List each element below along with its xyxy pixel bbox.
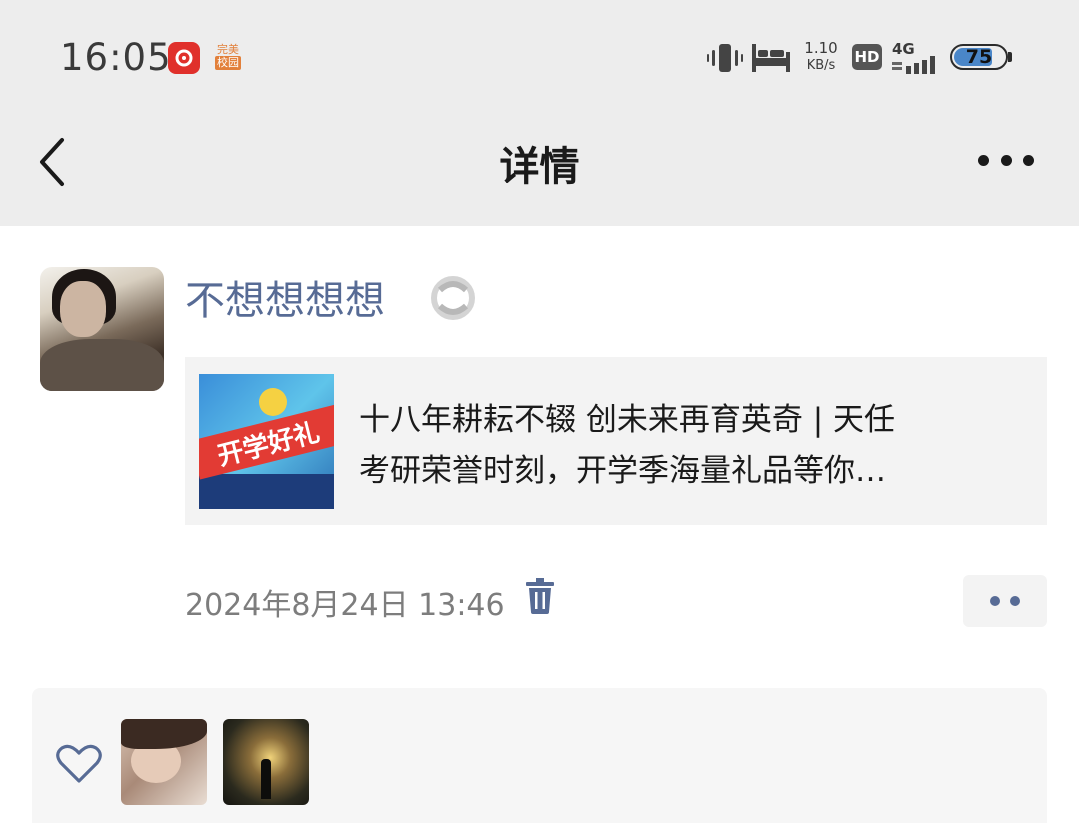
campus-app-icon: 完美 校园 <box>212 40 244 74</box>
liker-avatar[interactable] <box>121 719 207 805</box>
campus-app-line1: 完美 <box>217 43 239 56</box>
page-title: 详情 <box>499 144 580 190</box>
netease-music-icon <box>168 42 200 74</box>
hd-voice-icon: HD <box>852 44 882 70</box>
network-speed: 1.10 KB/s <box>800 40 842 74</box>
avatar-body <box>40 339 164 391</box>
thumbnail-base <box>199 474 334 509</box>
avatar[interactable] <box>40 267 164 391</box>
link-title-line1: 十八年耕耘不辍 创未来再育英奇 | 天任 <box>359 402 896 438</box>
status-time: 16:05 <box>60 36 172 79</box>
thumbnail-sun <box>259 388 287 416</box>
avatar-face <box>60 281 106 337</box>
campus-app-line2: 校园 <box>215 56 241 70</box>
username-link[interactable]: 不想想想想 <box>185 268 385 326</box>
link-thumbnail: 开学好礼 <box>199 374 334 509</box>
liker-avatar[interactable] <box>223 719 309 805</box>
trash-icon <box>526 578 554 614</box>
sync-badge-icon <box>430 276 476 320</box>
liker-hair <box>121 719 207 749</box>
post-timestamp: 2024年8月24日 13:46 <box>185 588 505 623</box>
menu-dot-icon <box>990 596 1000 606</box>
delete-button[interactable] <box>526 578 554 614</box>
signal-icon <box>892 56 938 78</box>
likes-panel <box>32 688 1047 823</box>
more-dots-icon <box>978 154 989 166</box>
more-dots-icon <box>1000 154 1012 166</box>
header-area: 16:05 完美 校园 1.10 KB/s HD 4G 75 详情 <box>0 0 1079 226</box>
comment-like-menu-button[interactable] <box>963 575 1047 627</box>
liker-silhouette <box>261 759 271 799</box>
sleep-mode-icon <box>752 44 790 76</box>
battery-level: 75 <box>965 46 993 68</box>
vibrate-icon <box>707 44 743 76</box>
link-title-line2: 考研荣誉时刻，开学季海量礼品等你… <box>359 453 886 489</box>
heart-icon <box>56 744 102 784</box>
battery-tip <box>1008 52 1012 62</box>
more-dots-icon <box>1023 154 1034 166</box>
thumbnail-ribbon-text: 开学好礼 <box>199 404 334 480</box>
battery-indicator: 75 <box>950 44 1008 70</box>
network-speed-value: 1.10 <box>804 39 838 57</box>
network-speed-unit: KB/s <box>806 58 836 73</box>
menu-dot-icon <box>1010 596 1020 606</box>
link-title: 十八年耕耘不辍 创未来再育英奇 | 天任 考研荣誉时刻，开学季海量礼品等你… <box>359 395 1019 497</box>
shared-link-card[interactable]: 开学好礼 十八年耕耘不辍 创未来再育英奇 | 天任 考研荣誉时刻，开学季海量礼品… <box>185 357 1047 525</box>
more-options-button[interactable] <box>978 150 1034 170</box>
